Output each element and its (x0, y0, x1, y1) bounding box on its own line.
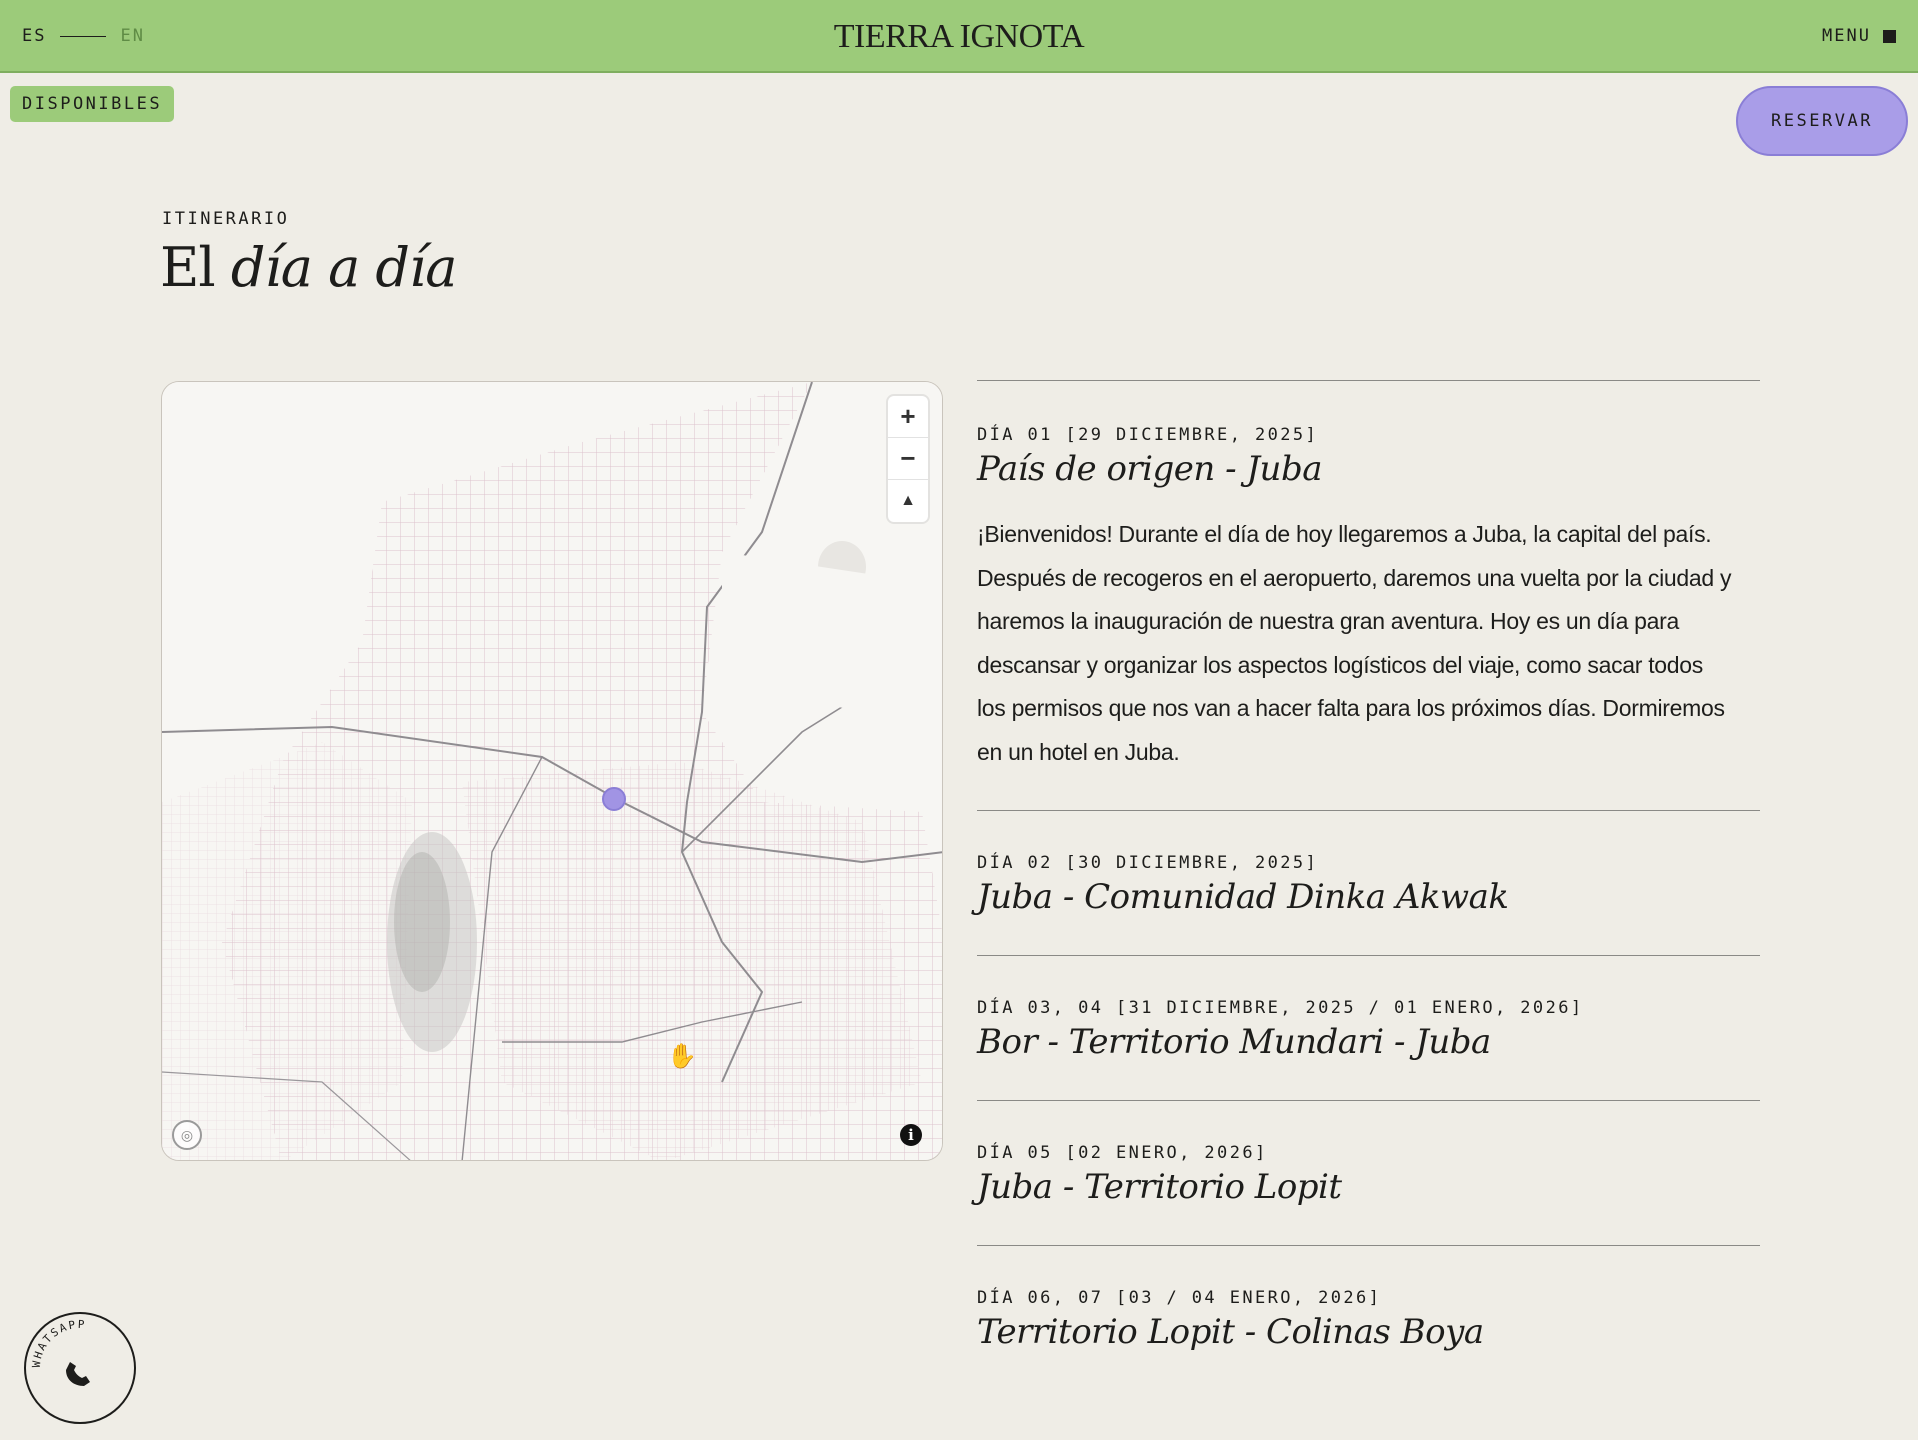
site-logo[interactable]: TIERRA IGNOTA (0, 18, 1918, 56)
zoom-in-button[interactable]: + (888, 396, 928, 438)
itinerary-day-01[interactable]: DÍA 01 [29 DICIEMBRE, 2025] País de orig… (977, 380, 1760, 810)
itinerary-day-02[interactable]: DÍA 02 [30 DICIEMBRE, 2025] Juba - Comun… (977, 810, 1760, 955)
map-provider-logo-icon[interactable]: ◎ (172, 1120, 202, 1150)
section-eyebrow: ITINERARIO (162, 209, 290, 229)
page-title: El día a día (160, 236, 458, 299)
itinerary-day-06-07[interactable]: DÍA 06, 07 [03 / 04 ENERO, 2026] Territo… (977, 1245, 1760, 1385)
day-title: Bor - Territorio Mundari - Juba (977, 1022, 1491, 1062)
day-heading: DÍA 05 [02 ENERO, 2026] (977, 1143, 1268, 1163)
day-heading: DÍA 03, 04 [31 DICIEMBRE, 2025 / 01 ENER… (977, 998, 1584, 1018)
map-street-layer (162, 382, 942, 1160)
day-title: Juba - Comunidad Dinka Akwak (977, 877, 1509, 917)
reserve-button[interactable]: RESERVAR (1736, 86, 1908, 156)
itinerary-map[interactable]: + − ▲ ✋ ◎ i (161, 381, 943, 1161)
availability-badge: DISPONIBLES (10, 86, 175, 122)
itinerary-list: DÍA 01 [29 DICIEMBRE, 2025] País de orig… (977, 380, 1760, 1385)
menu-label: MENU (1822, 26, 1871, 46)
whatsapp-icon: WHATSAPP (24, 1312, 136, 1424)
itinerary-day-05[interactable]: DÍA 05 [02 ENERO, 2026] Juba - Territori… (977, 1100, 1760, 1245)
day-title: Juba - Territorio Lopit (977, 1167, 1342, 1207)
itinerary-day-03-04[interactable]: DÍA 03, 04 [31 DICIEMBRE, 2025 / 01 ENER… (977, 955, 1760, 1100)
zoom-out-button[interactable]: − (888, 438, 928, 480)
map-zoom-controls: + − ▲ (888, 396, 928, 522)
menu-button[interactable]: MENU (1822, 26, 1896, 46)
day-title: País de origen - Juba (977, 449, 1323, 489)
day-title: Territorio Lopit - Colinas Boya (977, 1312, 1484, 1352)
menu-square-icon (1883, 29, 1896, 43)
title-italic: día a día (230, 236, 458, 299)
day-heading: DÍA 02 [30 DICIEMBRE, 2025] (977, 853, 1319, 873)
day-description: ¡Bienvenidos! Durante el día de hoy lleg… (977, 521, 1732, 765)
day-heading: DÍA 06, 07 [03 / 04 ENERO, 2026] (977, 1288, 1382, 1308)
location-marker[interactable] (602, 787, 626, 811)
title-plain: El (160, 236, 216, 299)
whatsapp-button[interactable]: WHATSAPP (22, 1310, 138, 1426)
map-info-icon[interactable]: i (900, 1124, 922, 1146)
day-heading: DÍA 01 [29 DICIEMBRE, 2025] (977, 425, 1319, 445)
top-bar: ES EN TIERRA IGNOTA MENU (0, 0, 1918, 73)
compass-button[interactable]: ▲ (888, 480, 928, 522)
hand-cursor-icon: ✋ (667, 1043, 697, 1070)
